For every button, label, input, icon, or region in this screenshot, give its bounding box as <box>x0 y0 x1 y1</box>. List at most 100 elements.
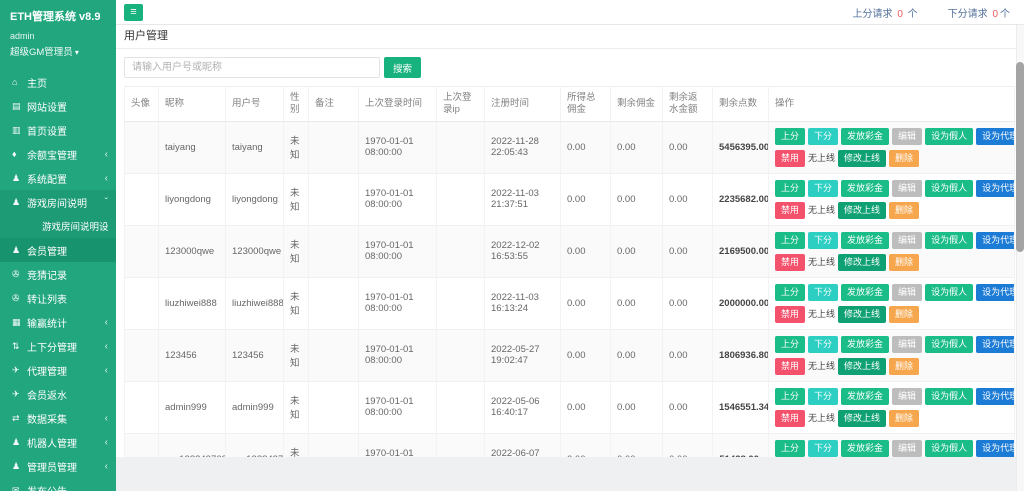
set-agent-button[interactable]: 设为代理 <box>976 179 1014 197</box>
cell-last_login_time: 1970-01-01 08:00:00 <box>358 225 437 278</box>
sidebar-item-data-collect[interactable]: ⇄ 数据采集 ‹ <box>0 406 116 430</box>
column-header-nickname: 昵称 <box>158 86 226 122</box>
grant-bonus-button[interactable]: 发放彩金 <box>841 179 890 197</box>
sidebar-item-announcement[interactable]: ✉ 发布公告 <box>0 478 116 491</box>
sidebar-item-member-rebate[interactable]: ✈ 会员返水 <box>0 382 116 406</box>
sidebar-item-guess-records[interactable]: ✇ 竞猜记录 <box>0 262 116 286</box>
add-points-button[interactable]: 上分 <box>775 283 806 301</box>
cell-last_login_time: 1970-01-01 08:00:00 <box>358 381 437 434</box>
edit-button[interactable]: 编辑 <box>892 283 923 301</box>
delete-button[interactable]: 删除 <box>889 305 920 323</box>
grant-bonus-button[interactable]: 发放彩金 <box>841 439 890 457</box>
grant-bonus-button[interactable]: 发放彩金 <box>841 127 890 145</box>
deduct-points-button[interactable]: 下分 <box>808 335 839 353</box>
set-agent-button[interactable]: 设为代理 <box>976 439 1014 457</box>
edit-button[interactable]: 编辑 <box>892 439 923 457</box>
modify-upline-button[interactable]: 修改上线 <box>838 149 887 167</box>
set-fake-user-button[interactable]: 设为假人 <box>925 231 974 249</box>
no-upline-label: 无上线 <box>808 256 836 267</box>
grant-bonus-button[interactable]: 发放彩金 <box>841 335 890 353</box>
modify-upline-button[interactable]: 修改上线 <box>838 253 887 271</box>
set-fake-user-button[interactable]: 设为假人 <box>925 387 974 405</box>
sidebar-item-yuebao-manage[interactable]: ♦ 余额宝管理 ‹ <box>0 142 116 166</box>
search-input[interactable] <box>124 57 380 78</box>
action-line-1: 上分 下分 发放彩金 编辑 设为假人 设为代理 <box>775 334 1014 355</box>
add-points-button[interactable]: 上分 <box>775 231 806 249</box>
role-dropdown[interactable]: 超级GM管理员 ▾ <box>10 44 106 58</box>
sidebar-item-transfer-list[interactable]: ✇ 转让列表 <box>0 286 116 310</box>
set-fake-user-button[interactable]: 设为假人 <box>925 127 974 145</box>
disable-button[interactable]: 禁用 <box>775 357 806 375</box>
cell-remaining_points: 2169500.00 <box>712 225 769 278</box>
add-points-button[interactable]: 上分 <box>775 127 806 145</box>
sidebar-item-updown-manage[interactable]: ⇅ 上下分管理 ‹ <box>0 334 116 358</box>
sidebar-item-site-settings[interactable]: ▤ 网站设置 <box>0 94 116 118</box>
search-button[interactable]: 搜索 <box>384 57 422 78</box>
disable-button[interactable]: 禁用 <box>775 305 806 323</box>
modify-upline-button[interactable]: 修改上线 <box>838 357 887 375</box>
disable-button[interactable]: 禁用 <box>775 149 806 167</box>
grant-bonus-button[interactable]: 发放彩金 <box>841 231 890 249</box>
cell-actions: 上分下分发放彩金编辑设为假人设为代理禁用无上线修改上线删除 <box>768 277 1015 330</box>
set-fake-user-button[interactable]: 设为假人 <box>925 439 974 457</box>
deduct-points-button[interactable]: 下分 <box>808 439 839 457</box>
chevron-left-icon: ‹ <box>104 412 108 424</box>
down-request-link[interactable]: 下分请求 0个 <box>948 5 1010 20</box>
delete-button[interactable]: 删除 <box>889 409 920 427</box>
add-points-button[interactable]: 上分 <box>775 387 806 405</box>
edit-button[interactable]: 编辑 <box>892 179 923 197</box>
sidebar-item-member-manage[interactable]: ♟ 会员管理 <box>0 238 116 262</box>
deduct-points-button[interactable]: 下分 <box>808 231 839 249</box>
delete-button[interactable]: 删除 <box>889 201 920 219</box>
sidebar-item-game-room-desc[interactable]: ♟ 游戏房间说明 ˇ <box>0 190 116 214</box>
deduct-points-button[interactable]: 下分 <box>808 179 839 197</box>
scrollbar-thumb[interactable] <box>1016 62 1024 252</box>
deduct-points-button[interactable]: 下分 <box>808 283 839 301</box>
sidebar-item-system-config[interactable]: ♟ 系统配置 ‹ <box>0 166 116 190</box>
edit-button[interactable]: 编辑 <box>892 127 923 145</box>
set-agent-button[interactable]: 设为代理 <box>976 387 1014 405</box>
delete-button[interactable]: 删除 <box>889 357 920 375</box>
user-box: admin 超级GM管理员 ▾ <box>0 27 116 62</box>
sidebar-item-win-loss-stats[interactable]: ▦ 输赢统计 ‹ <box>0 310 116 334</box>
set-agent-button[interactable]: 设为代理 <box>976 283 1014 301</box>
guess-record-icon: ✇ <box>12 268 20 279</box>
modify-upline-button[interactable]: 修改上线 <box>838 201 887 219</box>
modify-upline-button[interactable]: 修改上线 <box>838 305 887 323</box>
disable-button[interactable]: 禁用 <box>775 253 806 271</box>
edit-button[interactable]: 编辑 <box>892 335 923 353</box>
sidebar-item-robot-manage[interactable]: ♟ 机器人管理 ‹ <box>0 430 116 454</box>
disable-button[interactable]: 禁用 <box>775 201 806 219</box>
deduct-points-button[interactable]: 下分 <box>808 127 839 145</box>
modify-upline-button[interactable]: 修改上线 <box>838 409 887 427</box>
add-points-button[interactable]: 上分 <box>775 335 806 353</box>
transfer-icon: ✇ <box>12 292 20 303</box>
up-request-link[interactable]: 上分请求 0 个 <box>853 5 918 20</box>
grant-bonus-button[interactable]: 发放彩金 <box>841 387 890 405</box>
add-points-button[interactable]: 上分 <box>775 439 806 457</box>
deduct-points-button[interactable]: 下分 <box>808 387 839 405</box>
disable-button[interactable]: 禁用 <box>775 409 806 427</box>
set-fake-user-button[interactable]: 设为假人 <box>925 335 974 353</box>
sidebar-item-homepage-settings[interactable]: ▥ 首页设置 <box>0 118 116 142</box>
topbar: ≡ 上分请求 0 个 下分请求 0个 <box>116 0 1024 25</box>
delete-button[interactable]: 删除 <box>889 149 920 167</box>
set-agent-button[interactable]: 设为代理 <box>976 335 1014 353</box>
edit-button[interactable]: 编辑 <box>892 231 923 249</box>
add-points-button[interactable]: 上分 <box>775 179 806 197</box>
edit-button[interactable]: 编辑 <box>892 387 923 405</box>
sidebar-item-label: 上下分管理 <box>27 342 77 354</box>
delete-button[interactable]: 删除 <box>889 253 920 271</box>
app-window: ETH管理系统 v8.9 admin 超级GM管理员 ▾ ⌂ 主页 ▤ 网站设置 ▥ 首页设… <box>0 0 1024 491</box>
set-agent-button[interactable]: 设为代理 <box>976 231 1014 249</box>
sidebar-item-agent-manage[interactable]: ✈ 代理管理 ‹ <box>0 358 116 382</box>
grant-bonus-button[interactable]: 发放彩金 <box>841 283 890 301</box>
sidebar-item-admin-manage[interactable]: ♟ 管理员管理 ‹ <box>0 454 116 478</box>
set-fake-user-button[interactable]: 设为假人 <box>925 283 974 301</box>
menu-toggle-button[interactable]: ≡ <box>124 3 143 21</box>
set-fake-user-button[interactable]: 设为假人 <box>925 179 974 197</box>
sidebar-item-game-room-desc-settings[interactable]: 游戏房间说明设置 <box>0 214 116 238</box>
scrollbar-track[interactable] <box>1016 25 1024 491</box>
set-agent-button[interactable]: 设为代理 <box>976 127 1014 145</box>
sidebar-item-home[interactable]: ⌂ 主页 <box>0 70 116 94</box>
